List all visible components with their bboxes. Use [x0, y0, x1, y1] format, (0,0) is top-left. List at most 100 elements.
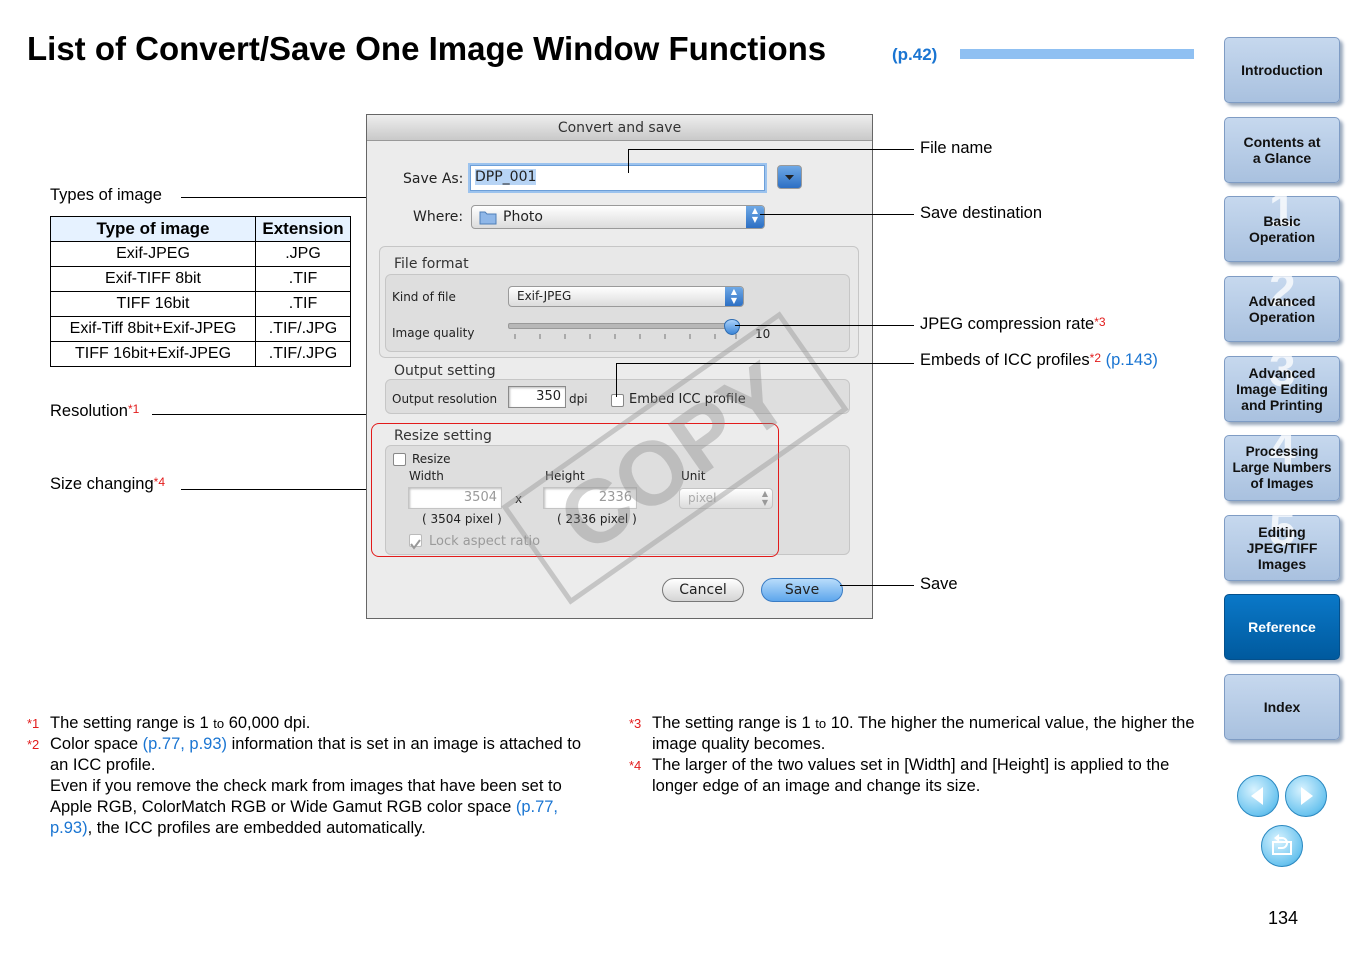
nav-chapter-3[interactable]: 3 Advanced Image Editing and Printing	[1224, 347, 1340, 422]
nav-reference[interactable]: Reference	[1224, 594, 1340, 660]
table-cell: .TIF/.JPG	[255, 341, 351, 367]
kind-of-file-select[interactable]: Exif-JPEG ▲ ▼	[508, 286, 744, 307]
table-cell: TIFF 16bit	[50, 291, 256, 317]
footnote-text: , the ICC profiles are embedded automati…	[87, 819, 426, 837]
nav-label: Advanced Operation	[1248, 293, 1316, 325]
footnote-text: to	[213, 716, 225, 731]
arrow-left-icon	[1251, 787, 1263, 805]
nav-introduction[interactable]: Introduction	[1224, 37, 1340, 103]
image-quality-label: Image quality	[392, 326, 475, 340]
where-value: Photo	[503, 209, 543, 225]
table-row: TIFF 16bit+Exif-JPEG .TIF/.JPG	[50, 341, 351, 367]
footnote-marker: *3	[1094, 315, 1106, 329]
previous-page-button[interactable]	[1237, 775, 1279, 817]
table-row: TIFF 16bit .TIF	[50, 291, 351, 317]
page-number: 134	[1268, 908, 1299, 928]
where-label: Where:	[413, 209, 464, 225]
label-text: Size changing	[50, 475, 154, 493]
title-page-link[interactable]: (p.42)	[892, 45, 937, 65]
table-cell: .TIF/.JPG	[255, 316, 351, 342]
return-icon	[1272, 834, 1292, 855]
nav-label: Contents at a Glance	[1243, 134, 1321, 166]
save-destination-label: Save destination	[920, 204, 1043, 222]
table-row: Exif-Tiff 8bit+Exif-JPEG .TIF/.JPG	[50, 316, 351, 342]
nav-label: Advanced Image Editing and Printing	[1236, 365, 1328, 413]
embed-icc-checkbox[interactable]	[611, 394, 624, 407]
footnote-4: *4 The larger of the two values set in […	[629, 755, 1197, 797]
footnote-1: *1 The setting range is 1 to 60,000 dpi.	[27, 713, 595, 734]
leader-line	[760, 214, 914, 215]
kind-of-file-value: Exif-JPEG	[517, 289, 572, 303]
nav-label: Introduction	[1241, 62, 1323, 78]
footnote-marker: *1	[27, 716, 40, 731]
table-cell: .TIF	[255, 291, 351, 317]
footnote-2: *2 Color space (p.77, p.93) information …	[27, 734, 595, 839]
output-resolution-input[interactable]: 350	[508, 386, 566, 408]
where-select[interactable]: Photo ▲ ▼	[471, 205, 765, 229]
image-quality-slider[interactable]	[508, 323, 740, 329]
footnote-3: *3 The setting range is 1 to 10. The hig…	[629, 713, 1197, 755]
footnote-marker: *4	[629, 758, 642, 773]
leader-line	[181, 489, 371, 490]
nav-index[interactable]: Index	[1224, 674, 1340, 740]
nav-label: Reference	[1248, 619, 1316, 635]
chevron-down-icon	[785, 175, 794, 180]
updown-arrows-icon: ▲ ▼	[725, 287, 743, 306]
footnote-text: Even if you remove the check mark from i…	[50, 777, 562, 816]
table-cell: .JPG	[255, 241, 351, 267]
nav-label: Index	[1263, 699, 1301, 715]
embed-icc-label: Embed ICC profile	[629, 392, 746, 407]
nav-chapter-2[interactable]: 2 Advanced Operation	[1224, 267, 1340, 342]
page-link[interactable]: (p.77, p.93)	[143, 735, 227, 753]
table-cell: TIFF 16bit+Exif-JPEG	[50, 341, 256, 367]
save-as-input[interactable]: DPP_001	[470, 165, 765, 191]
leader-line	[628, 149, 914, 150]
kind-of-file-label: Kind of file	[392, 290, 456, 304]
file-format-title: File format	[394, 256, 469, 272]
types-of-image-label: Types of image	[50, 186, 162, 204]
size-changing-label: Size changing*4	[50, 475, 165, 494]
save-button[interactable]: Save	[761, 578, 843, 602]
table-cell: .TIF	[255, 266, 351, 292]
page-title: List of Convert/Save One Image Window Fu…	[27, 30, 827, 67]
next-page-button[interactable]	[1285, 775, 1327, 817]
table-row: Exif-JPEG .JPG	[50, 241, 351, 267]
output-setting-title: Output setting	[394, 363, 496, 379]
label-text: Resolution	[50, 402, 128, 420]
table-cell: Exif-Tiff 8bit+Exif-JPEG	[50, 316, 256, 342]
output-resolution-value: 350	[536, 389, 561, 404]
nav-chapter-1[interactable]: 1 Basic Operation	[1224, 187, 1340, 262]
output-resolution-label: Output resolution	[392, 392, 498, 406]
column-header: Type of image	[50, 216, 256, 242]
footnote-text: The setting range is 1	[50, 714, 214, 732]
slider-ticks	[514, 334, 737, 339]
cancel-button[interactable]: Cancel	[662, 578, 744, 602]
label-text: Embeds of ICC profiles	[920, 351, 1090, 369]
return-button[interactable]	[1261, 825, 1303, 867]
footnote-text: Color space	[50, 735, 143, 753]
expand-button[interactable]	[777, 165, 802, 189]
footnote-text: to	[815, 716, 827, 731]
footnote-marker: *3	[629, 716, 642, 731]
icc-profile-label: Embeds of ICC profiles*2 (p.143)	[920, 351, 1158, 370]
table-cell: Exif-JPEG	[50, 241, 256, 267]
footnote-text: The setting range is 1	[652, 714, 816, 732]
title-decor-bar	[960, 49, 1194, 59]
nav-chapter-5[interactable]: 5 Editing JPEG/TIFF Images	[1224, 506, 1340, 581]
table-row: Exif-TIFF 8bit .TIF	[50, 266, 351, 292]
nav-label: Basic Operation	[1248, 213, 1316, 245]
footnote-marker: *2	[1089, 351, 1101, 365]
footnote-text: The larger of the two values set in [Wid…	[652, 756, 1170, 795]
folder-icon	[479, 211, 497, 225]
label-text: JPEG compression rate	[920, 315, 1095, 333]
nav-chapter-4[interactable]: 4 Processing Large Numbers of Images	[1224, 426, 1340, 501]
resolution-label: Resolution*1	[50, 402, 139, 421]
jpeg-compression-label: JPEG compression rate*3	[920, 315, 1106, 334]
column-header: Extension	[255, 216, 351, 242]
leader-line	[735, 325, 914, 326]
leader-line	[616, 363, 617, 397]
nav-contents[interactable]: Contents at a Glance	[1224, 117, 1340, 183]
image-quality-value: 10	[755, 327, 771, 341]
page-link[interactable]: (p.143)	[1106, 351, 1158, 369]
table-cell: Exif-TIFF 8bit	[50, 266, 256, 292]
